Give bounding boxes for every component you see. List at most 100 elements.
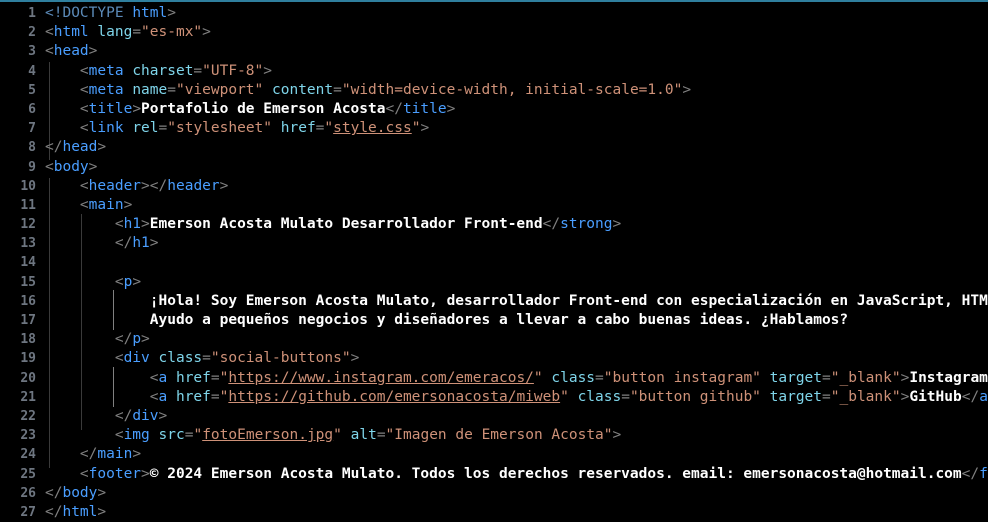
line-number: 3 (28, 44, 36, 60)
code-token: charset (132, 62, 194, 79)
line-content: </h1> (45, 234, 159, 253)
code-line[interactable]: 1 <!DOCTYPE html> (0, 4, 988, 23)
code-token[interactable]: https://www.instagram.com/emeracos/ (228, 370, 534, 386)
code-token: footer (88, 465, 142, 482)
code-line[interactable]: 2 <html lang="es-mx"> (0, 23, 988, 42)
code-token: ¡Hola! Soy Emerson Acosta Mulato, desarr… (45, 292, 988, 309)
line-content: <header></header> (45, 177, 228, 196)
code-token: rel (132, 120, 159, 137)
code-line[interactable]: 6 <title>Portafolio de Emerson Acosta</t… (0, 100, 988, 119)
code-token: "width=device-width, initial-scale=1.0" (341, 81, 683, 98)
code-line[interactable]: 21 <a href="https://github.com/emersonac… (0, 388, 988, 407)
code-line[interactable]: 9 <body> (0, 158, 988, 177)
code-line[interactable]: 25 <footer>© 2024 Emerson Acosta Mulato.… (0, 465, 988, 484)
code-line[interactable]: 4 <meta charset="UTF-8"> (0, 62, 988, 81)
line-content: <html lang="es-mx"> (45, 23, 211, 42)
code-token: head (62, 139, 98, 156)
code-token: target (769, 388, 823, 405)
line-number: 24 (20, 447, 36, 463)
line-number: 10 (20, 178, 36, 194)
code-editor[interactable]: 1 <!DOCTYPE html> 2 <html lang="es-mx"> 3 <he… (0, 0, 988, 522)
code-line[interactable]: 15 <p> (0, 273, 988, 292)
line-content: ¡Hola! Soy Emerson Acosta Mulato, desarr… (45, 292, 988, 311)
code-token[interactable]: fotoEmerson.jpg (202, 427, 333, 443)
code-line[interactable]: 8 </head> (0, 138, 988, 157)
code-token: < (45, 120, 89, 137)
line-number: 13 (20, 236, 36, 252)
line-content: <title>Portafolio de Emerson Acosta</tit… (45, 100, 455, 119)
code-token: = (210, 369, 220, 386)
code-line[interactable]: 3 <head> (0, 42, 988, 61)
code-token: < (45, 273, 124, 290)
code-line[interactable]: 18 </p> (0, 330, 988, 349)
code-token: href (280, 120, 316, 137)
code-line[interactable]: 26 </body> (0, 484, 988, 503)
code-token: lang (97, 24, 133, 41)
line-number: 19 (20, 351, 36, 367)
code-token: </ (385, 100, 403, 117)
code-token: < (45, 24, 54, 41)
line-content: </p> (45, 330, 150, 349)
code-token: header (167, 177, 220, 194)
code-token: name (132, 81, 168, 98)
line-number: 15 (20, 274, 36, 290)
line-number: 4 (28, 63, 36, 79)
code-line[interactable]: 22 </div> (0, 407, 988, 426)
code-line[interactable]: 20 <a href="https://www.instagram.com/em… (0, 369, 988, 388)
code-token: main (88, 196, 124, 213)
code-token: " (533, 369, 543, 386)
code-line[interactable]: 11 <main> (0, 196, 988, 215)
code-token: = (193, 62, 203, 79)
code-token[interactable]: https://github.com/emersonacosta/miweb (228, 389, 560, 405)
code-token: body (62, 484, 98, 501)
code-token: > (158, 407, 168, 424)
code-line[interactable]: 27 </html> (0, 503, 988, 522)
code-token: header (88, 177, 142, 194)
code-token: "UTF-8" (202, 62, 264, 79)
code-token: > (420, 120, 430, 137)
code-lines-container[interactable]: 1 <!DOCTYPE html> 2 <html lang="es-mx"> 3 <he… (0, 4, 988, 522)
line-number: 17 (20, 313, 36, 328)
line-content: <link rel="stylesheet" href="style.css"> (45, 119, 429, 138)
code-token: Instagram (909, 369, 988, 386)
code-token: p (123, 273, 133, 290)
code-line[interactable]: 16 ¡Hola! Soy Emerson Acosta Mulato, des… (0, 292, 988, 311)
code-token[interactable]: style.css (333, 120, 412, 136)
line-number: 16 (20, 293, 36, 309)
line-content: <a href="https://github.com/emersonacost… (45, 388, 988, 407)
code-token: "viewport" (175, 81, 264, 98)
code-token: Emerson Acosta Mulato Desarrollador Fron… (149, 216, 543, 233)
code-token: © 2024 Emerson Acosta Mulato. Todos los … (149, 465, 962, 482)
line-number: 18 (20, 332, 36, 348)
code-token: html (62, 503, 98, 520)
code-line[interactable]: 13 </h1> (0, 234, 988, 253)
code-line[interactable]: 7 <link rel="stylesheet" href="style.css… (0, 119, 988, 138)
code-line[interactable]: 12 <h1>Emerson Acosta Mulato Desarrollad… (0, 215, 988, 234)
code-token: </ (542, 216, 561, 233)
code-line[interactable]: 5 <meta name="viewport" content="width=d… (0, 81, 988, 100)
code-token: > (350, 350, 360, 367)
code-line[interactable]: 10 <header></header> (0, 177, 988, 196)
code-token: </ (45, 139, 63, 156)
code-line[interactable]: 24 </main> (0, 445, 988, 464)
code-token: = (822, 369, 831, 386)
code-token: > (88, 158, 98, 175)
line-number: 25 (20, 466, 36, 482)
code-line[interactable]: 17 Ayudo a pequeños negocios y diseñador… (0, 311, 988, 330)
code-line[interactable]: 23 <img src="fotoEmerson.jpg" alt="Image… (0, 426, 988, 445)
code-line[interactable]: 14 (0, 253, 988, 272)
code-line[interactable]: 19 <div class="social-buttons"> (0, 349, 988, 368)
code-token: target (769, 369, 823, 386)
line-number: 21 (20, 389, 36, 405)
line-content: <!DOCTYPE html> (45, 4, 176, 23)
code-token: content (272, 81, 334, 98)
code-token: </ (961, 465, 980, 482)
code-token: Portafolio de Emerson Acosta (141, 100, 386, 117)
code-token: src (158, 427, 185, 444)
code-token: </ (45, 407, 133, 424)
code-token: p (132, 331, 142, 348)
